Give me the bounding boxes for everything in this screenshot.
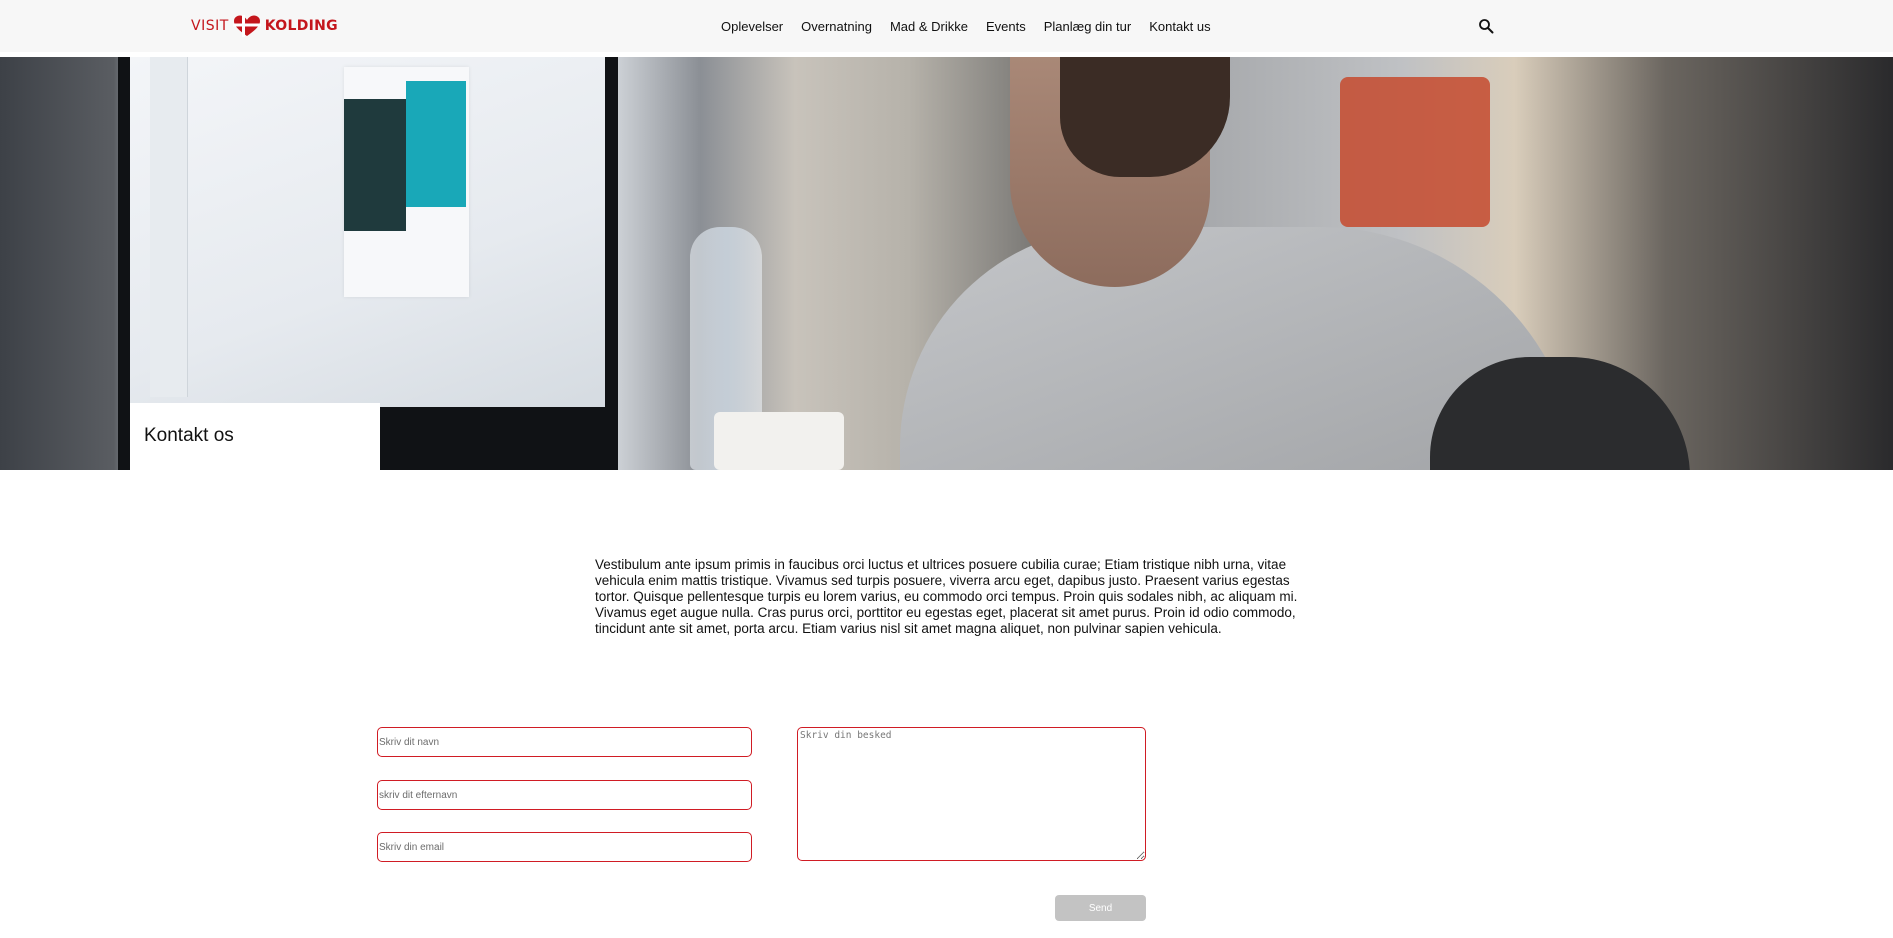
site-logo[interactable]: VISIT KOLDING [191, 14, 338, 38]
nav-item-mad-drikke[interactable]: Mad & Drikke [890, 19, 968, 34]
last-name-input[interactable] [377, 780, 752, 810]
heart-flag-icon [232, 15, 261, 37]
site-header: VISIT KOLDING Oplevelser Overnatning Mad… [0, 0, 1893, 52]
nav-item-oplevelser[interactable]: Oplevelser [721, 19, 783, 34]
first-name-input[interactable] [377, 727, 752, 757]
monitor-card-teal [406, 81, 466, 207]
nav-item-overnatning[interactable]: Overnatning [801, 19, 872, 34]
send-button[interactable]: Send [1055, 895, 1146, 921]
nav-item-kontakt[interactable]: Kontakt us [1149, 19, 1210, 34]
monitor-sidebar [150, 57, 188, 397]
search-icon[interactable] [1478, 18, 1494, 34]
main-nav: Oplevelser Overnatning Mad & Drikke Even… [721, 19, 1211, 34]
logo-visit-text: VISIT [191, 18, 229, 34]
nav-item-planlaeg[interactable]: Planlæg din tur [1044, 19, 1131, 34]
email-input[interactable] [377, 832, 752, 862]
coffee-cup [714, 412, 844, 470]
nav-item-events[interactable]: Events [986, 19, 1026, 34]
monitor-card-dark [344, 99, 406, 231]
background-object [1340, 77, 1490, 227]
logo-kolding-text: KOLDING [264, 18, 338, 34]
intro-paragraph: Vestibulum ante ipsum primis in faucibus… [595, 557, 1298, 636]
message-textarea[interactable] [797, 727, 1146, 861]
page-title: Kontakt os [144, 425, 234, 446]
